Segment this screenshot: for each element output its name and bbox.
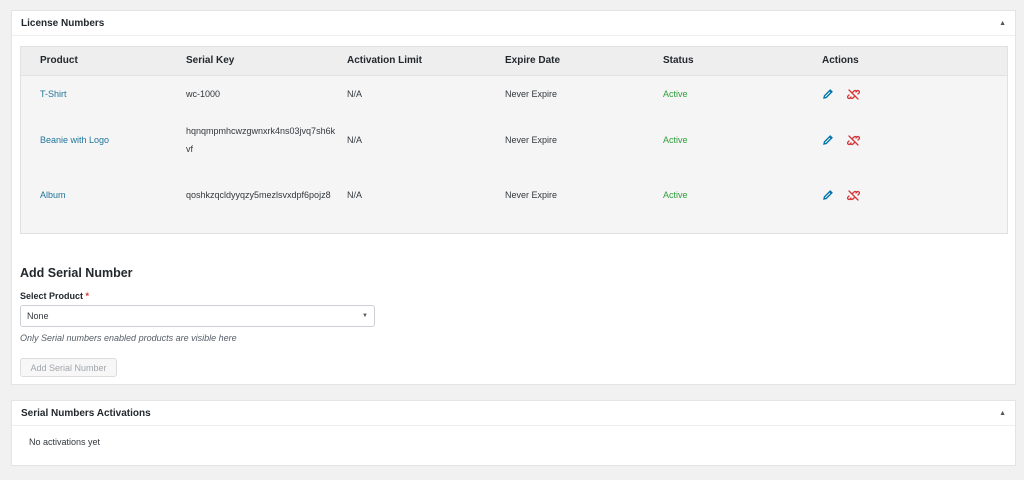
serial-key: hqnqmpmhcwzgwnxrk4ns03jvq7sh6kvf xyxy=(186,126,336,154)
select-product-label: Select Product * xyxy=(20,291,89,301)
activation-limit: N/A xyxy=(347,190,363,200)
required-mark: * xyxy=(85,291,90,301)
activations-empty-text: No activations yet xyxy=(29,437,101,447)
license-numbers-header: License Numbers ▲ xyxy=(12,11,1015,36)
expire-date: Never Expire xyxy=(505,190,558,200)
delete-icon[interactable] xyxy=(847,88,860,101)
license-table: Product Serial Key Activation Limit Expi… xyxy=(20,46,1008,234)
product-link[interactable]: Album xyxy=(40,190,66,200)
table-header-row: Product Serial Key Activation Limit Expi… xyxy=(21,47,1007,76)
row-actions xyxy=(822,134,1007,147)
column-header-expire-date: Expire Date xyxy=(505,47,663,76)
activation-limit: N/A xyxy=(347,89,363,100)
edit-icon[interactable] xyxy=(822,189,835,202)
product-link[interactable]: Beanie with Logo xyxy=(40,135,109,145)
collapse-toggle-icon[interactable]: ▲ xyxy=(999,20,1006,27)
column-header-serial-key: Serial Key xyxy=(186,47,347,76)
status-badge: Active xyxy=(663,135,688,145)
column-header-product: Product xyxy=(21,47,186,76)
expire-date: Never Expire xyxy=(505,89,558,100)
expire-date: Never Expire xyxy=(505,135,558,145)
table-row: T-Shirt wc-1000 N/A Never Expire Active xyxy=(21,75,1007,113)
delete-icon[interactable] xyxy=(847,134,860,147)
edit-icon[interactable] xyxy=(822,134,835,147)
product-link[interactable]: T-Shirt xyxy=(40,89,67,99)
activations-panel: Serial Numbers Activations ▲ No activati… xyxy=(11,400,1016,466)
collapse-toggle-icon[interactable]: ▲ xyxy=(999,410,1006,417)
serial-key: qoshkzqcldyyqzy5mezlsvxdpf6pojz8 xyxy=(186,190,331,200)
serial-key: wc-1000 xyxy=(186,89,221,100)
add-serial-title: Add Serial Number xyxy=(20,266,133,280)
product-select[interactable]: None ▼ xyxy=(20,305,375,327)
add-serial-number-button[interactable]: Add Serial Number xyxy=(20,358,117,377)
column-header-actions: Actions xyxy=(822,47,1007,76)
table-row: Beanie with Logo hqnqmpmhcwzgwnxrk4ns03j… xyxy=(21,113,1007,167)
edit-icon[interactable] xyxy=(822,88,835,101)
row-actions xyxy=(822,88,1007,101)
row-actions xyxy=(822,189,1007,202)
select-product-label-text: Select Product xyxy=(20,291,84,301)
activations-header: Serial Numbers Activations ▲ xyxy=(12,401,1015,426)
column-header-status: Status xyxy=(663,47,822,76)
activation-limit: N/A xyxy=(347,135,363,145)
status-badge: Active xyxy=(663,89,688,100)
license-numbers-panel: License Numbers ▲ Product Serial Key Act… xyxy=(11,10,1016,385)
product-select-value: None xyxy=(27,311,49,321)
chevron-down-icon: ▼ xyxy=(362,313,368,319)
status-badge: Active xyxy=(663,190,688,200)
add-serial-section: Add Serial Number Select Product * None … xyxy=(20,266,420,377)
panel-title: Serial Numbers Activations xyxy=(21,407,151,419)
panel-title: License Numbers xyxy=(21,17,105,29)
table-row: Album qoshkzqcldyyqzy5mezlsvxdpf6pojz8 N… xyxy=(21,167,1007,223)
column-header-activation-limit: Activation Limit xyxy=(347,47,505,76)
select-hint: Only Serial numbers enabled products are… xyxy=(20,333,237,343)
delete-icon[interactable] xyxy=(847,189,860,202)
